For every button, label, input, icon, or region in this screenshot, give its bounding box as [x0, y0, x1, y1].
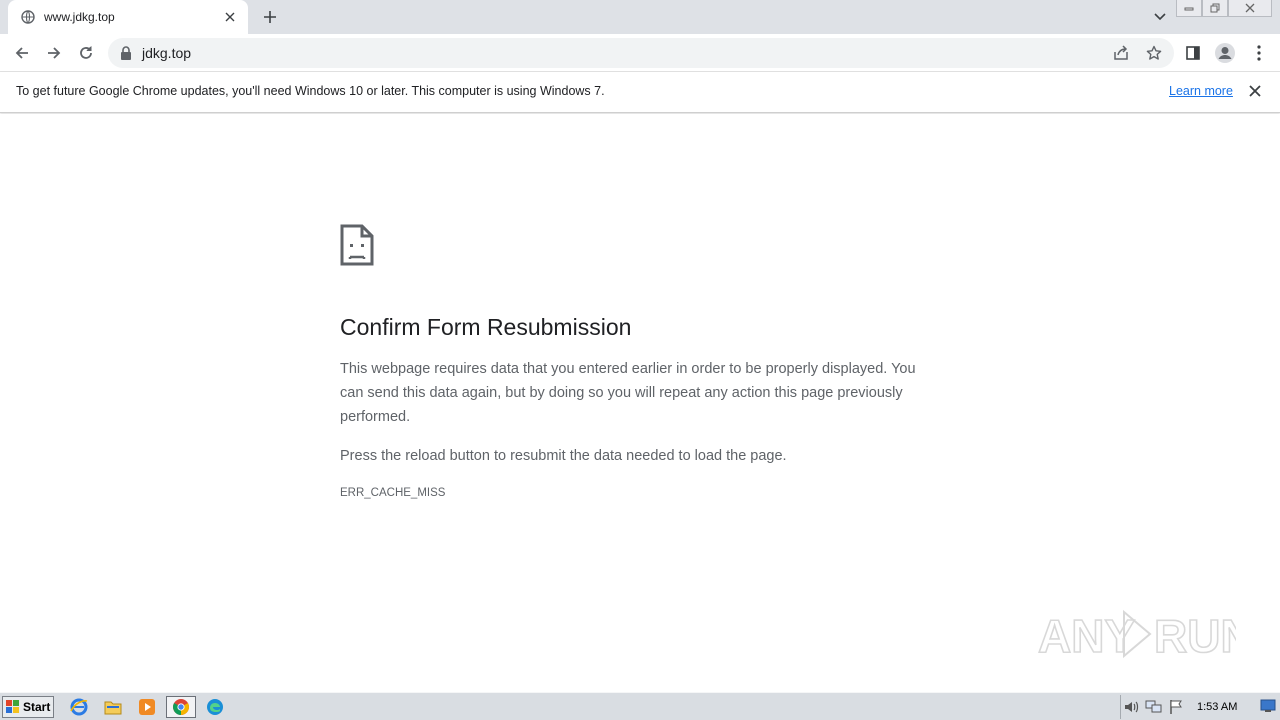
lock-icon[interactable] — [120, 46, 132, 60]
svg-text:RUN: RUN — [1154, 610, 1236, 662]
anyrun-watermark: ANY RUN — [1036, 602, 1254, 666]
start-label: Start — [23, 700, 51, 714]
learn-more-link[interactable]: Learn more — [1169, 72, 1233, 110]
address-bar[interactable]: jdkg.top — [108, 38, 1174, 68]
reload-instruction: Press the reload button to resubmit the … — [340, 448, 787, 464]
share-icon[interactable] — [1112, 44, 1130, 62]
restore-icon[interactable] — [1202, 0, 1228, 17]
back-button[interactable] — [8, 39, 36, 67]
update-infobar: To get future Google Chrome updates, you… — [0, 72, 1280, 113]
error-description: This webpage requires data that you ente… — [340, 361, 916, 425]
show-desktop-icon[interactable] — [1260, 699, 1276, 713]
reload-button[interactable] — [72, 39, 100, 67]
flag-icon[interactable] — [1165, 697, 1187, 717]
network-icon[interactable] — [1143, 697, 1165, 717]
tab-title: www.jdkg.top — [44, 10, 115, 24]
error-code: ERR_CACHE_MISS — [340, 487, 446, 499]
edge-icon[interactable] — [202, 696, 228, 718]
media-player-icon[interactable] — [134, 696, 160, 718]
sad-page-icon — [340, 224, 374, 266]
url-text[interactable]: jdkg.top — [142, 38, 191, 68]
minimize-icon[interactable] — [1176, 0, 1202, 17]
infobar-close-icon[interactable] — [1246, 82, 1264, 100]
svg-text:ANY: ANY — [1038, 610, 1135, 662]
tab-strip: www.jdkg.top — [0, 0, 1280, 34]
browser-toolbar: jdkg.top — [0, 34, 1280, 72]
close-icon[interactable] — [1228, 0, 1272, 17]
windows-logo-icon — [6, 700, 20, 714]
system-tray: 1:53 AM — [1120, 695, 1278, 719]
start-button[interactable]: Start — [2, 696, 54, 718]
tab-close-icon[interactable] — [222, 9, 238, 25]
chrome-icon[interactable] — [166, 696, 196, 718]
new-tab-button[interactable] — [258, 6, 282, 28]
taskbar-clock[interactable]: 1:53 AM — [1197, 701, 1237, 713]
ie-icon[interactable] — [66, 696, 92, 718]
error-title: Confirm Form Resubmission — [340, 314, 632, 340]
globe-icon — [20, 9, 36, 25]
infobar-message: To get future Google Chrome updates, you… — [16, 84, 605, 98]
profile-avatar-icon[interactable] — [1212, 40, 1238, 66]
window-controls — [1176, 0, 1272, 18]
bookmark-star-icon[interactable] — [1144, 43, 1164, 63]
tab-search-chevron-icon[interactable] — [1150, 8, 1170, 26]
side-panel-icon[interactable] — [1180, 40, 1206, 66]
menu-kebab-icon[interactable] — [1246, 40, 1272, 66]
screen: www.jdkg.top jdkg.top To get future Goog… — [0, 0, 1280, 720]
explorer-icon[interactable] — [100, 696, 126, 718]
forward-button[interactable] — [40, 39, 68, 67]
tab-active[interactable]: www.jdkg.top — [8, 0, 248, 34]
windows-taskbar: Start 1:53 AM — [0, 692, 1280, 720]
volume-icon[interactable] — [1121, 697, 1143, 717]
